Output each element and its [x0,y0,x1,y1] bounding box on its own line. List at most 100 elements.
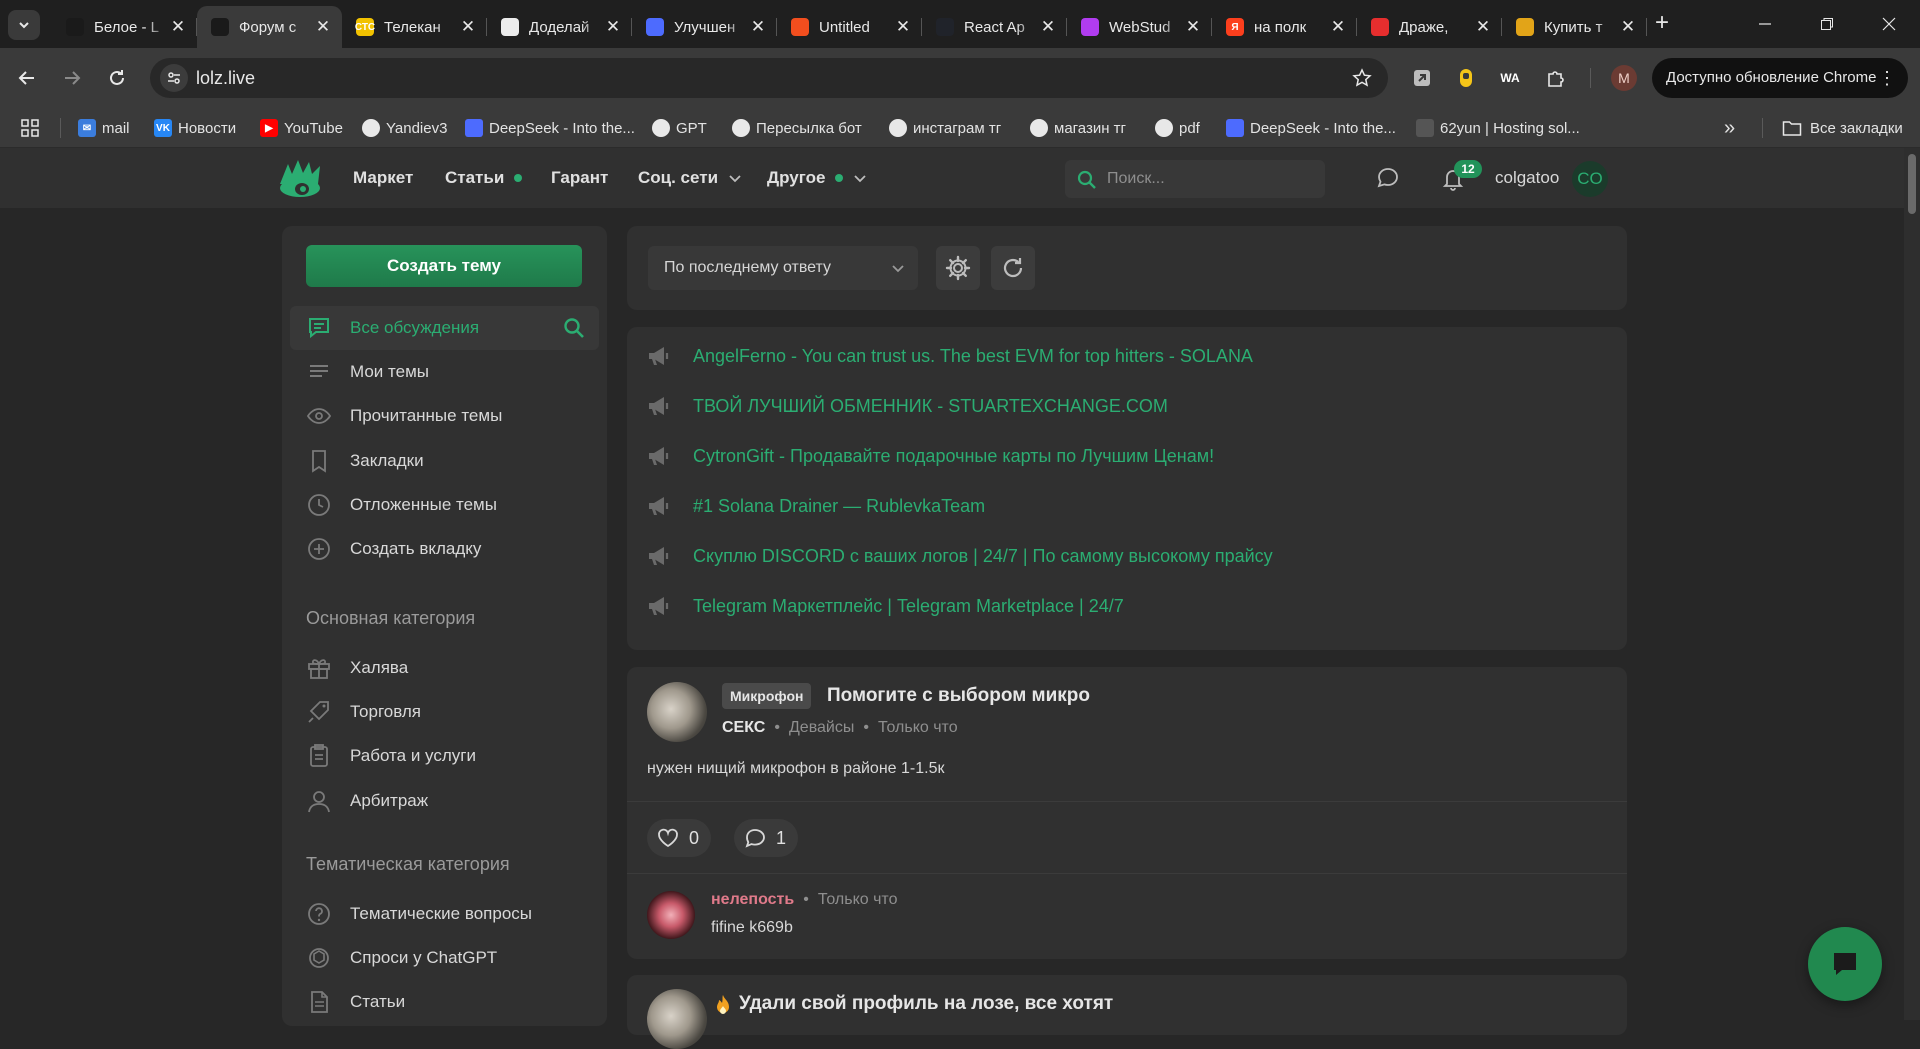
feed-refresh-button[interactable] [991,246,1035,290]
announcement-link[interactable]: #1 Solana Drainer — RublevkaTeam [693,496,985,517]
close-tab-icon[interactable]: ✕ [459,17,477,37]
sidebar-item[interactable]: Тематические вопросы [290,892,599,936]
bookmark-item[interactable]: GPT [652,116,707,140]
thread-author[interactable]: СЕКС [722,719,765,737]
browser-tab[interactable]: React Ap ✕ [922,6,1067,48]
user-avatar[interactable]: CO [1572,161,1608,197]
announcement-link[interactable]: Telegram Маркетплейс | Telegram Marketpl… [693,596,1124,617]
bookmark-item[interactable]: VK Новости [154,116,236,140]
browser-tab[interactable]: Яна полк ✕ [1212,6,1357,48]
thread-section[interactable]: Девайсы [789,719,854,737]
sidebar-item[interactable]: Спроси у ChatGPT [290,936,599,980]
bookmarks-overflow-button[interactable]: » [1724,116,1735,140]
thematic-category-heading[interactable]: Тематическая категория [306,854,510,875]
tab-search-button[interactable] [8,10,40,40]
profile-avatar-button[interactable]: M [1611,65,1637,91]
forward-button[interactable] [56,62,88,94]
like-button[interactable]: 0 [647,819,712,857]
bookmark-item[interactable]: pdf [1155,116,1200,140]
reply-author[interactable]: нелепость [711,891,794,909]
bookmark-item[interactable]: магазин тг [1030,116,1126,140]
conversations-button[interactable] [1376,166,1400,190]
site-nav-item[interactable]: Соц. сети [638,168,742,188]
bookmark-item[interactable]: Пересылка бот [732,116,862,140]
back-button[interactable] [11,62,43,94]
sidebar-item[interactable]: Отложенные темы [290,483,599,527]
browser-tab[interactable]: WebStud ✕ [1067,6,1212,48]
comments-button[interactable]: 1 [734,819,799,857]
site-nav-item[interactable]: Статьи [445,168,523,188]
announcement-link[interactable]: ТВОЙ ЛУЧШИЙ ОБМЕННИК - STUARTEXCHANGE.CO… [693,396,1168,417]
browser-tab[interactable]: Драже, ✕ [1357,6,1502,48]
thread-prefix-tag[interactable]: Микрофон [722,683,812,709]
chrome-update-button[interactable]: Доступно обновление Chrome ⋮ [1652,58,1908,98]
browser-tab[interactable]: Форум с ✕ [197,6,342,48]
bookmark-item[interactable]: ✉ mail [78,116,130,140]
browser-tab[interactable]: СТС Телекан ✕ [342,6,487,48]
close-tab-icon[interactable]: ✕ [1039,17,1057,37]
address-bar[interactable]: lolz.live [150,58,1388,98]
url-text[interactable]: lolz.live [196,68,255,89]
wa-extension-button[interactable]: WA [1496,64,1524,92]
sidebar-item[interactable]: Арбитраж [290,779,599,823]
announcement-link[interactable]: Скуплю DISCORD с ваших логов | 24/7 | По… [693,546,1273,567]
all-bookmarks-button[interactable]: Все закладки [1782,116,1903,140]
more-vertical-icon[interactable]: ⋮ [1878,58,1896,98]
browser-tab[interactable]: Купить т ✕ [1502,6,1647,48]
sidebar-item[interactable]: Закладки [290,439,599,483]
restore-button[interactable] [1796,0,1858,48]
scrollbar-thumb[interactable] [1908,154,1916,214]
bookmark-item[interactable]: инстаграм тг [889,116,1001,140]
thread-title[interactable]: Помогите с выбором микро [827,685,1090,707]
reply-author-avatar[interactable] [647,891,695,939]
sidebar-item[interactable]: Прочитанные темы [290,394,599,438]
close-tab-icon[interactable]: ✕ [314,17,332,37]
browser-tab[interactable]: Untitled ✕ [777,6,922,48]
thread-title[interactable]: Удали свой профиль на лозе, все хотят [739,993,1113,1015]
close-tab-icon[interactable]: ✕ [749,17,767,37]
bookmark-item[interactable]: DeepSeek - Into the... [1226,116,1396,140]
close-tab-icon[interactable]: ✕ [604,17,622,37]
bookmark-item[interactable]: ▶ YouTube [260,116,343,140]
close-tab-icon[interactable]: ✕ [1619,17,1637,37]
minimize-button[interactable] [1734,0,1796,48]
apps-button[interactable] [20,116,40,140]
feed-settings-button[interactable] [936,246,980,290]
close-tab-icon[interactable]: ✕ [169,17,187,37]
close-tab-icon[interactable]: ✕ [894,17,912,37]
bookmark-star-button[interactable] [1352,68,1372,88]
browser-tab[interactable]: Белое - L ✕ [52,6,197,48]
site-nav-item[interactable]: Другое [767,168,867,188]
sidebar-item[interactable]: Торговля [290,690,599,734]
close-tab-icon[interactable]: ✕ [1474,17,1492,37]
new-tab-button[interactable]: + [1648,10,1676,38]
search-input[interactable] [1107,160,1317,198]
close-window-button[interactable] [1858,0,1920,48]
extension-button[interactable] [1408,64,1436,92]
username[interactable]: colgatoo [1495,168,1559,188]
bookmark-item[interactable]: 62yun | Hosting sol... [1416,116,1580,140]
sidebar-item[interactable]: Все обсуждения [290,306,599,350]
site-info-button[interactable] [160,64,188,92]
sidebar-item[interactable]: Статьи [290,980,599,1024]
browser-tab[interactable]: Улучшен ✕ [632,6,777,48]
bookmark-item[interactable]: DeepSeek - Into the... [465,116,635,140]
sidebar-item[interactable]: Создать вкладку [290,527,599,571]
browser-tab[interactable]: Доделай ✕ [487,6,632,48]
close-tab-icon[interactable]: ✕ [1329,17,1347,37]
site-nav-item[interactable]: Маркет [353,168,413,188]
page-scrollbar[interactable] [1904,148,1920,1020]
close-tab-icon[interactable]: ✕ [1184,17,1202,37]
sidebar-item[interactable]: Работа и услуги [290,734,599,778]
reload-button[interactable] [101,62,133,94]
main-category-heading[interactable]: Основная категория [306,608,475,629]
extension-button[interactable] [1452,64,1480,92]
sort-select[interactable]: По последнему ответу [648,246,918,290]
author-avatar[interactable] [647,682,707,742]
announcement-link[interactable]: AngelFerno - You can trust us. The best … [693,346,1253,367]
extensions-menu-button[interactable] [1542,64,1570,92]
create-thread-button[interactable]: Создать тему [306,245,582,287]
bookmark-item[interactable]: Yandiev3 [362,116,447,140]
author-avatar[interactable] [647,989,707,1049]
site-nav-item[interactable]: Гарант [551,168,608,188]
